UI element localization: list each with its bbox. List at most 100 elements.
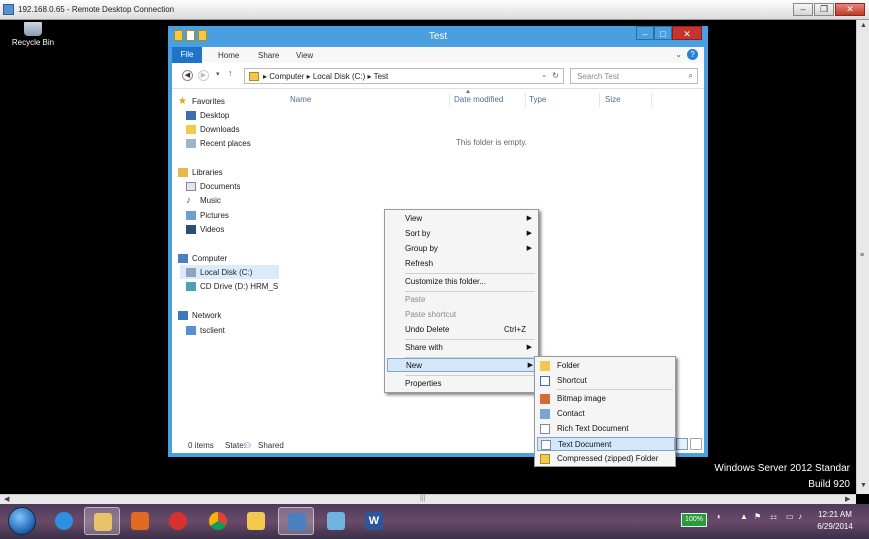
libraries-icon bbox=[178, 167, 188, 177]
menu-item-customize[interactable]: Customize this folder... bbox=[387, 275, 536, 289]
nav-music[interactable]: ♪ Music bbox=[186, 193, 221, 207]
menu-item-properties[interactable]: Properties bbox=[387, 377, 536, 391]
taskbar-explorer[interactable] bbox=[84, 507, 120, 535]
column-type[interactable]: Type bbox=[529, 95, 546, 104]
tab-share[interactable]: Share bbox=[258, 51, 279, 60]
menu-item-share-with[interactable]: Share with ▶ bbox=[387, 341, 536, 355]
address-bar[interactable]: ▸ Computer ▸ Local Disk (C:) ▸ Test ⌄ ↻ bbox=[244, 68, 564, 84]
flag-icon[interactable]: ⚑ bbox=[754, 512, 761, 521]
refresh-icon[interactable]: ↻ bbox=[552, 71, 559, 80]
back-button[interactable]: ◀ bbox=[182, 70, 193, 81]
text-document-icon bbox=[541, 440, 551, 450]
tab-view[interactable]: View bbox=[296, 51, 313, 60]
network-icon[interactable]: ⚏ bbox=[770, 512, 777, 521]
new-folder-item[interactable]: Folder bbox=[537, 359, 673, 373]
taskbar-chrome[interactable] bbox=[200, 507, 236, 535]
menu-item-sort-by[interactable]: Sort by ▶ bbox=[387, 227, 536, 241]
menu-item-new[interactable]: New ▶ bbox=[387, 358, 538, 372]
new-shortcut-item[interactable]: Shortcut bbox=[537, 374, 673, 388]
nav-network[interactable]: Network bbox=[178, 308, 221, 322]
taskbar-pen[interactable] bbox=[318, 507, 354, 535]
search-input[interactable]: Search Test ⌕ bbox=[570, 68, 698, 84]
nav-recent-places[interactable]: Recent places bbox=[186, 136, 251, 150]
address-dropdown-icon[interactable]: ⌄ bbox=[541, 71, 547, 79]
scroll-left-icon[interactable]: ◀ bbox=[4, 495, 9, 503]
column-date-modified[interactable]: Date modified bbox=[454, 95, 503, 104]
tab-file[interactable]: File bbox=[172, 47, 202, 63]
search-icon[interactable]: ⌕ bbox=[689, 71, 693, 81]
zip-folder-icon bbox=[540, 454, 550, 464]
bitmap-icon bbox=[540, 394, 550, 404]
nav-tsclient[interactable]: tsclient bbox=[186, 323, 225, 337]
nav-desktop[interactable]: Desktop bbox=[186, 108, 229, 122]
menu-item-refresh[interactable]: Refresh bbox=[387, 257, 536, 271]
explorer-close-button[interactable]: ✕ bbox=[672, 26, 702, 40]
scroll-grip-icon[interactable]: ||| bbox=[420, 495, 425, 502]
os-watermark-line2: Build 920 bbox=[808, 479, 850, 490]
menu-item-undo-delete[interactable]: Undo Delete Ctrl+Z bbox=[387, 323, 536, 337]
display-icon[interactable]: ▭ bbox=[786, 512, 794, 521]
nav-pictures[interactable]: Pictures bbox=[186, 208, 229, 222]
nav-cd-drive[interactable]: CD Drive (D:) HRM_S bbox=[186, 279, 279, 293]
show-hidden-icons[interactable]: ▲ bbox=[740, 512, 748, 521]
scroll-up-icon[interactable]: ▲ bbox=[860, 22, 867, 29]
volume-icon[interactable]: ♪ bbox=[798, 512, 802, 521]
taskbar-remote-desktop[interactable] bbox=[278, 507, 314, 535]
battery-indicator[interactable]: 100% bbox=[681, 513, 707, 527]
tab-home[interactable]: Home bbox=[218, 51, 239, 60]
nav-label: Downloads bbox=[200, 124, 240, 134]
new-zip-folder-item[interactable]: Compressed (zipped) Folder bbox=[537, 452, 673, 466]
recycle-bin[interactable]: Recycle Bin bbox=[11, 22, 55, 47]
new-contact-item[interactable]: Contact bbox=[537, 407, 673, 421]
remote-desktop-icon bbox=[288, 513, 306, 531]
nav-downloads[interactable]: Downloads bbox=[186, 122, 240, 136]
vertical-scrollbar[interactable]: ▲ ≡ ▼ bbox=[856, 20, 869, 494]
taskbar-media-player[interactable] bbox=[122, 507, 158, 535]
menu-item-view[interactable]: View ▶ bbox=[387, 212, 536, 226]
nav-label: Desktop bbox=[200, 110, 230, 120]
address-row: ◀ ▶ ▾ ↑ ▸ Computer ▸ Local Disk (C:) ▸ T… bbox=[172, 63, 704, 89]
scroll-down-icon[interactable]: ▼ bbox=[860, 482, 867, 489]
nav-videos[interactable]: Videos bbox=[186, 222, 224, 236]
forward-button[interactable]: ▶ bbox=[198, 70, 209, 81]
horizontal-scrollbar[interactable]: ◀ ||| ▶ bbox=[0, 494, 856, 504]
details-view-button[interactable] bbox=[676, 438, 688, 450]
menu-item-group-by[interactable]: Group by ▶ bbox=[387, 242, 536, 256]
new-text-document-item[interactable]: Text Document bbox=[537, 437, 675, 451]
column-name[interactable]: Name bbox=[290, 95, 311, 104]
rdp-close-button[interactable]: ✕ bbox=[835, 3, 865, 16]
folder-icon bbox=[540, 361, 550, 371]
documents-icon bbox=[186, 181, 196, 191]
scroll-right-icon[interactable]: ▶ bbox=[845, 495, 850, 503]
breadcrumb[interactable]: ▸ Computer ▸ Local Disk (C:) ▸ Test bbox=[263, 72, 388, 81]
context-menu: View ▶ Sort by ▶ Group by ▶ Refresh Customi… bbox=[384, 209, 539, 393]
nav-label: Recent places bbox=[200, 138, 251, 148]
recycle-bin-label: Recycle Bin bbox=[11, 38, 55, 47]
taskbar-ie[interactable] bbox=[46, 507, 82, 535]
nav-local-disk[interactable]: Local Disk (C:) bbox=[180, 265, 279, 279]
taskbar-folder[interactable] bbox=[238, 507, 274, 535]
ribbon-expand-icon[interactable]: ⌄ bbox=[675, 50, 682, 59]
keyboard-icon[interactable]: ◐ bbox=[717, 512, 722, 521]
recent-locations-icon[interactable]: ▾ bbox=[216, 70, 220, 78]
nav-computer[interactable]: Computer bbox=[178, 251, 227, 265]
large-icons-view-button[interactable] bbox=[690, 438, 702, 450]
start-button[interactable] bbox=[8, 507, 36, 535]
clock[interactable]: 12:21 AM 6/29/2014 bbox=[810, 509, 860, 533]
help-icon[interactable]: ? bbox=[687, 49, 698, 60]
new-bitmap-item[interactable]: Bitmap image bbox=[537, 392, 673, 406]
rdp-minimize-button[interactable]: – bbox=[793, 3, 813, 16]
navigation-pane: ★ Favorites Desktop Downloads Recent pla… bbox=[172, 89, 279, 437]
nav-libraries[interactable]: Libraries bbox=[178, 165, 223, 179]
rdp-restore-button[interactable]: ❐ bbox=[814, 3, 834, 16]
column-size[interactable]: Size bbox=[605, 95, 621, 104]
up-arrow-icon[interactable]: ↑ bbox=[228, 68, 233, 78]
new-rich-text-item[interactable]: Rich Text Document bbox=[537, 422, 673, 436]
taskbar-app-4[interactable] bbox=[160, 507, 196, 535]
nav-documents[interactable]: Documents bbox=[186, 179, 240, 193]
scroll-grip-icon[interactable]: ≡ bbox=[860, 252, 864, 259]
explorer-maximize-button[interactable]: □ bbox=[654, 26, 672, 40]
taskbar-word[interactable]: W bbox=[356, 507, 392, 535]
nav-favorites[interactable]: ★ Favorites bbox=[178, 94, 225, 108]
explorer-minimize-button[interactable]: – bbox=[636, 26, 654, 40]
